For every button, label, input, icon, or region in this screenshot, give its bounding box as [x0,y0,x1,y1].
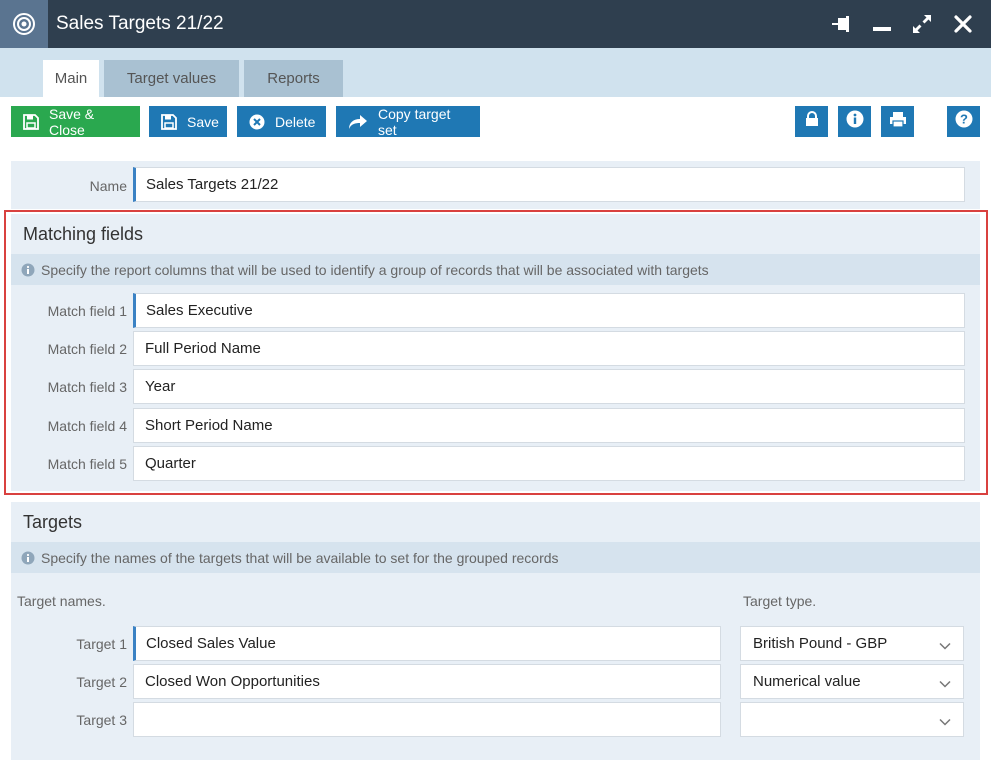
print-button[interactable] [881,106,914,137]
help-icon: ? [955,110,973,133]
info-circle-icon [21,551,35,565]
target-type-header: Target type. [743,593,817,609]
window-title: Sales Targets 21/22 [56,13,224,34]
target-3-type-select[interactable] [740,702,964,737]
save-icon [161,113,177,130]
copy-target-set-button[interactable]: Copy target set [336,105,480,138]
target-2-type-value: Numerical value [753,673,861,690]
target-1-type-value: British Pound - GBP [753,635,888,652]
chevron-down-icon [939,675,951,692]
help-button[interactable]: ? [947,106,980,137]
info-button[interactable] [838,106,871,137]
targets-info-text: Specify the names of the targets that wi… [41,549,559,566]
targets-title: Targets [23,512,83,532]
target-2-input[interactable]: Closed Won Opportunities [133,664,721,699]
save-close-button[interactable]: Save & Close [11,105,140,138]
target-names-header: Target names. [17,593,106,609]
matching-fields-highlight [4,210,988,495]
tab-strip: Main Target values Reports [0,48,991,97]
copy-target-set-label: Copy target set [378,105,451,138]
name-panel: Name Sales Targets 21/22 [11,161,980,209]
name-label: Name [89,178,127,194]
target-1-label: Target 1 [76,636,127,652]
target-1-type-select[interactable]: British Pound - GBP [740,626,964,661]
delete-button[interactable]: Delete [237,106,326,137]
targets-panel: Targets Specify the names of the targets… [11,502,980,760]
print-icon [889,111,907,133]
chevron-down-icon [939,637,951,654]
minimize-icon[interactable] [870,12,894,36]
target-3-input[interactable] [133,702,721,737]
pin-icon[interactable] [830,12,854,36]
delete-label: Delete [275,113,316,130]
delete-icon [249,114,265,130]
share-arrow-icon [348,114,368,130]
tab-main[interactable]: Main [43,60,99,97]
svg-text:?: ? [960,112,968,127]
tab-reports[interactable]: Reports [244,60,343,97]
close-icon[interactable] [951,12,975,36]
target-3-label: Target 3 [76,712,127,728]
save-button[interactable]: Save [149,106,227,137]
lock-button[interactable] [795,106,828,137]
form-content: Name Sales Targets 21/22 Matching fields… [0,153,991,760]
target-2-type-select[interactable]: Numerical value [740,664,964,699]
lock-icon [805,111,819,132]
save-icon [23,113,39,130]
target-2-label: Target 2 [76,674,127,690]
target-1-input[interactable]: Closed Sales Value [133,626,721,661]
maximize-icon[interactable] [910,12,934,36]
save-label: Save [187,113,219,130]
save-close-label: Save & Close [49,105,95,138]
targets-info-bar: Specify the names of the targets that wi… [11,542,980,573]
window-titlebar: Sales Targets 21/22 [0,0,991,48]
name-input[interactable]: Sales Targets 21/22 [133,167,965,202]
tab-target-values[interactable]: Target values [104,60,239,97]
info-icon [846,110,864,133]
target-icon[interactable] [0,0,48,48]
chevron-down-icon [939,713,951,730]
toolbar: Save & Close Save Delete Copy target set… [0,97,991,153]
